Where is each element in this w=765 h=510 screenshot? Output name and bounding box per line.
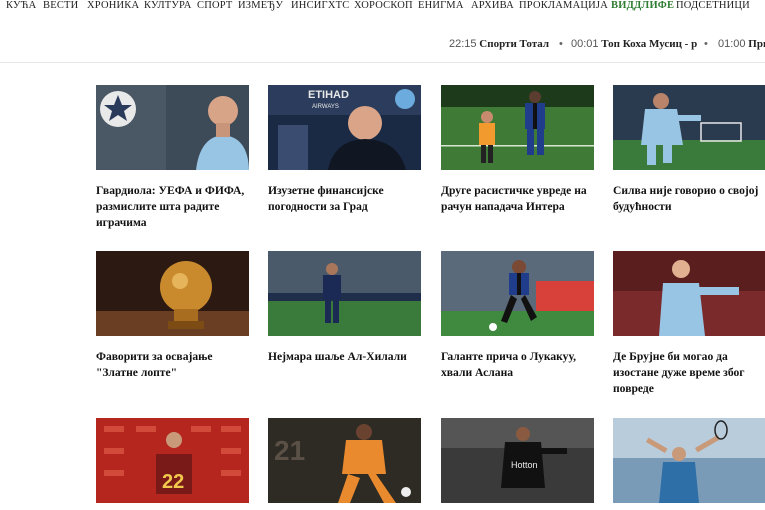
nav-item[interactable]: АРХИВА [471,0,514,11]
article-image[interactable] [268,251,421,336]
article-photo-guardiola [96,85,249,170]
background-number: 21 [274,435,305,466]
article-image[interactable] [613,251,765,336]
article-photo-neymar [268,251,421,336]
nav-item[interactable]: ПРОКЛАМАЦИЈА [519,0,608,11]
top-navigation: КУЋА ВЕСТИ ХРОНИКА КУЛТУРА СПОРТ ИЗМЕЂУ ИНСИГХ… [0,0,765,14]
article-photo-de-bruyne [613,251,765,336]
article-photo-referee [441,85,594,170]
article-caption[interactable]: Друге расистичке увреде на рачун нападач… [441,183,594,215]
ticker-time: 22:15 [449,38,477,50]
nav-item[interactable]: ЕНИГМА [418,0,464,11]
sponsor-subtext: AIRWAYS [312,104,339,110]
article-image[interactable] [96,251,249,336]
nav-item[interactable]: ПОДСЕТНИЦИ [676,0,750,11]
nav-item[interactable]: ВИДДЛИФЕ [611,0,674,11]
nav-item[interactable]: КУЛТУРА [144,0,192,11]
nav-item[interactable]: ИНСИГХТС [291,0,349,11]
article-image[interactable]: 22 [96,418,249,503]
nav-item[interactable]: КУЋА [6,0,36,11]
article-card[interactable]: Друге расистичке увреде на рачун нападач… [441,85,594,215]
article-card[interactable]: 21 [268,418,421,503]
ticker-item[interactable]: 22:15 Спорти Тотал [449,38,549,50]
ticker-time: 00:01 [571,38,599,50]
article-caption[interactable]: Силва није говорио о својој будућности [613,183,765,215]
article-card[interactable]: Hotton [441,418,594,503]
article-image[interactable]: ETIHAD AIRWAYS [268,85,421,170]
article-card[interactable]: Гвардиола: УЕФА и ФИФА, размислите шта р… [96,85,249,231]
article-photo-signing: 22 [96,418,249,503]
shirt-sponsor: Hotton [511,460,538,470]
ticker-separator: • [559,38,563,50]
nav-item[interactable]: ВЕСТИ [43,0,78,11]
article-image[interactable] [96,85,249,170]
article-card[interactable]: ETIHAD AIRWAYS Изузетне финансијске пого… [268,85,421,215]
article-card[interactable]: Галанте прича о Лукакуу, хвали Аслана [441,251,594,381]
ticker-title: При [748,38,765,50]
article-caption[interactable]: Нејмара шаље Ал-Хилали [268,349,421,365]
nav-item[interactable]: СПОРТ [197,0,233,11]
article-image[interactable]: Hotton [441,418,594,503]
ticker-title: Топ Коха Мусиц - р [601,38,698,50]
article-photo-lukaku [441,251,594,336]
article-card[interactable]: 22 [96,418,249,503]
ticker-item[interactable]: 01:00 При [718,38,765,50]
article-card[interactable]: Нејмара шаље Ал-Хилали [268,251,421,365]
sponsor-text: ETIHAD [308,89,349,101]
article-photo-silva [613,85,765,170]
article-image[interactable] [613,418,765,503]
article-image[interactable] [613,85,765,170]
article-card[interactable] [613,418,765,503]
ticker-time: 01:00 [718,38,746,50]
nav-item[interactable]: ИЗМЕЂУ [238,0,283,11]
article-card[interactable]: Де Брујне би могао да изостане дуже врем… [613,251,765,397]
ticker-title: Спорти Тотал [479,38,550,50]
article-photo-tennis [613,418,765,503]
article-photo-player-black: Hotton [441,418,594,503]
article-caption[interactable]: Гвардиола: УЕФА и ФИФА, размислите шта р… [96,183,249,231]
nav-item[interactable]: ХРОНИКА [87,0,139,11]
ticker-separator: • [704,38,708,50]
article-caption[interactable]: Изузетне финансијске погодности за Град [268,183,421,215]
article-caption[interactable]: Галанте прича о Лукакуу, хвали Аслана [441,349,594,381]
ticker-item[interactable]: 00:01 Топ Коха Мусиц - р [571,38,697,50]
article-image[interactable] [441,85,594,170]
article-caption[interactable]: Де Брујне би могао да изостане дуже врем… [613,349,765,397]
jersey-number: 22 [162,471,184,493]
article-image[interactable] [441,251,594,336]
article-caption[interactable]: Фаворити за освајање "Златне лопте" [96,349,249,381]
article-photo-guardiola-press: ETIHAD AIRWAYS [268,85,421,170]
schedule-ticker: 22:15 Спорти Тотал • 00:01 Топ Коха Муси… [0,38,765,54]
article-photo-ballon-dor [96,251,249,336]
article-card[interactable]: Силва није говорио о својој будућности [613,85,765,215]
header-divider [0,62,765,63]
nav-item[interactable]: ХОРОСКОП [354,0,413,11]
article-photo-match: 21 [268,418,421,503]
article-card[interactable]: Фаворити за освајање "Златне лопте" [96,251,249,381]
article-image[interactable]: 21 [268,418,421,503]
